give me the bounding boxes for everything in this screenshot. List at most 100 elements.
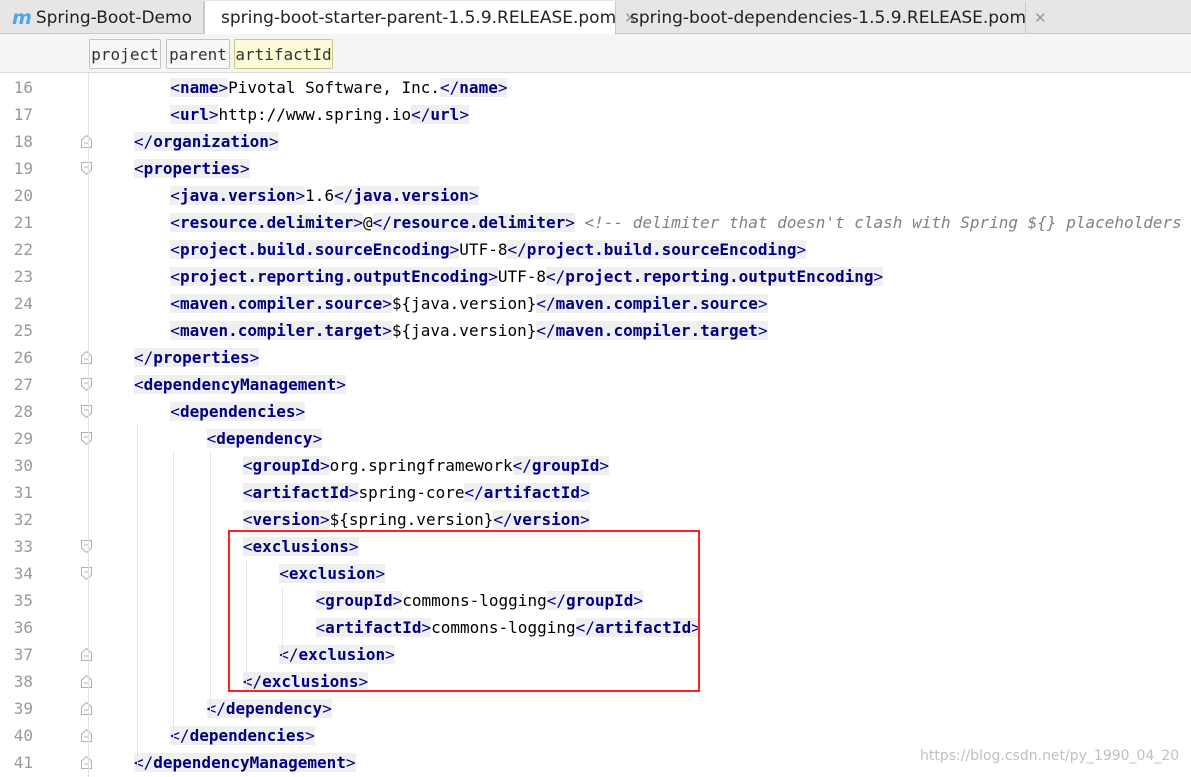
- tag-name: java.version: [179, 186, 296, 205]
- line-number: 25: [13, 321, 33, 340]
- fold-start-icon[interactable]: [81, 378, 92, 391]
- code-line[interactable]: </dependency>: [206, 695, 332, 722]
- tag-bracket: >: [295, 402, 306, 421]
- tab-spring-boot-demo[interactable]: m Spring-Boot-Demo: [4, 2, 204, 33]
- code-line[interactable]: <version>${spring.version}</version>: [242, 506, 590, 533]
- fold-end-icon[interactable]: [81, 351, 92, 364]
- tag-text: [575, 213, 585, 232]
- tab-starter-parent-pom[interactable]: <> spring-boot-starter-parent-1.5.9.RELE…: [204, 1, 637, 34]
- code-line[interactable]: <name>Pivotal Software, Inc.</name>: [170, 74, 508, 101]
- fold-start-icon[interactable]: [81, 162, 92, 175]
- tag-text: Pivotal Software, Inc.: [228, 78, 441, 97]
- tag-bracket: <: [170, 267, 180, 286]
- tag-bracket: >: [599, 456, 609, 475]
- tag-name: organization: [153, 132, 269, 151]
- breadcrumb-artifactid[interactable]: artifactId: [234, 39, 333, 69]
- code-line[interactable]: <dependencies>: [170, 398, 306, 425]
- tag-text: 1.6: [305, 186, 335, 205]
- tag-bracket: >: [305, 726, 315, 745]
- tag-bracket: <: [170, 294, 180, 313]
- tag-name: name: [459, 78, 498, 97]
- tag-bracket: >: [268, 132, 279, 151]
- fold-end-icon[interactable]: [81, 648, 92, 661]
- tag-name: maven.compiler.source: [555, 294, 758, 313]
- tag-bracket: </: [372, 213, 392, 232]
- tag-text: ${java.version}: [391, 321, 537, 340]
- tag-bracket: <: [170, 321, 180, 340]
- tag-name: url: [430, 105, 460, 124]
- tag-bracket: >: [312, 429, 323, 448]
- tag-bracket: </: [464, 483, 484, 502]
- tag-name: dependency: [216, 429, 313, 448]
- tag-bracket: <: [170, 213, 180, 232]
- line-number: 24: [13, 294, 33, 313]
- tag-name: project.build.sourceEncoding: [179, 240, 450, 259]
- exclusions-highlight-box: [228, 530, 700, 692]
- fold-end-icon[interactable]: [81, 135, 92, 148]
- fold-end-icon[interactable]: [81, 675, 92, 688]
- code-line[interactable]: <maven.compiler.source>${java.version}</…: [170, 290, 768, 317]
- code-line[interactable]: </properties>: [134, 344, 260, 371]
- tag-bracket: </: [440, 78, 460, 97]
- tag-bracket: >: [382, 294, 392, 313]
- code-line[interactable]: <maven.compiler.target>${java.version}</…: [170, 317, 768, 344]
- tag-text: @: [362, 213, 373, 232]
- tag-bracket: </: [134, 348, 154, 367]
- tag-bracket: </: [512, 456, 532, 475]
- fold-end-icon[interactable]: [81, 756, 92, 769]
- indent-guide: [137, 425, 138, 772]
- tag-bracket: <: [170, 402, 180, 421]
- tag-name: name: [179, 78, 219, 97]
- code-line[interactable]: <resource.delimiter>@</resource.delimite…: [170, 209, 1191, 236]
- tag-bracket: >: [580, 483, 590, 502]
- tag-name: project.reporting.outputEncoding: [179, 267, 489, 286]
- fold-end-icon[interactable]: [81, 729, 92, 742]
- tab-dependencies-pom[interactable]: <> spring-boot-dependencies-1.5.9.RELEAS…: [616, 2, 1047, 33]
- code-line[interactable]: <java.version>1.6</java.version>: [170, 182, 479, 209]
- code-line[interactable]: <project.build.sourceEncoding>UTF-8</pro…: [170, 236, 807, 263]
- tag-name: properties: [153, 348, 250, 367]
- tag-bracket: >: [319, 456, 330, 475]
- fold-end-icon[interactable]: [81, 702, 92, 715]
- code-line[interactable]: <url>http://www.spring.io</url>: [170, 101, 469, 128]
- tag-bracket: <: [170, 78, 180, 97]
- close-icon[interactable]: ✕: [1034, 9, 1047, 27]
- code-line[interactable]: <artifactId>spring-core</artifactId>: [242, 479, 590, 506]
- line-number: 34: [13, 564, 33, 583]
- code-line[interactable]: <project.reporting.outputEncoding>UTF-8<…: [170, 263, 884, 290]
- tag-bracket: <: [134, 159, 144, 178]
- tag-name: dependencyManagement: [153, 753, 346, 772]
- code-line[interactable]: <dependencyManagement>: [134, 371, 346, 398]
- tag-bracket: >: [488, 267, 498, 286]
- code-line[interactable]: </dependencies>: [170, 722, 315, 749]
- tag-bracket: >: [249, 348, 260, 367]
- code-line[interactable]: </dependencyManagement>: [134, 749, 356, 776]
- tag-name: resource.delimiter: [179, 213, 354, 232]
- tag-bracket: >: [468, 186, 479, 205]
- tag-name: dependencies: [189, 726, 306, 745]
- fold-start-icon[interactable]: [81, 540, 92, 553]
- tag-bracket: </: [334, 186, 354, 205]
- tag-bracket: >: [873, 267, 884, 286]
- code-line[interactable]: <groupId>org.springframework</groupId>: [242, 452, 609, 479]
- tag-bracket: <: [170, 186, 180, 205]
- tag-name: version: [252, 510, 320, 529]
- fold-start-icon[interactable]: [81, 567, 92, 580]
- code-line[interactable]: </organization>: [134, 128, 279, 155]
- line-number: 30: [13, 456, 33, 475]
- fold-start-icon[interactable]: [81, 432, 92, 445]
- fold-start-icon[interactable]: [81, 405, 92, 418]
- tag-bracket: >: [382, 321, 392, 340]
- tag-name: project.reporting.outputEncoding: [565, 267, 874, 286]
- gutter-divider: [88, 73, 89, 777]
- breadcrumb-project[interactable]: project: [89, 39, 161, 69]
- tag-name: url: [179, 105, 209, 124]
- breadcrumb-parent[interactable]: parent: [166, 39, 230, 69]
- line-number: 37: [13, 645, 33, 664]
- line-number: 22: [13, 240, 33, 259]
- code-line[interactable]: <dependency>: [206, 425, 323, 452]
- code-line[interactable]: <properties>: [134, 155, 250, 182]
- maven-module-icon: m: [12, 6, 32, 29]
- tag-name: version: [512, 510, 581, 529]
- tag-bracket: </: [411, 105, 431, 124]
